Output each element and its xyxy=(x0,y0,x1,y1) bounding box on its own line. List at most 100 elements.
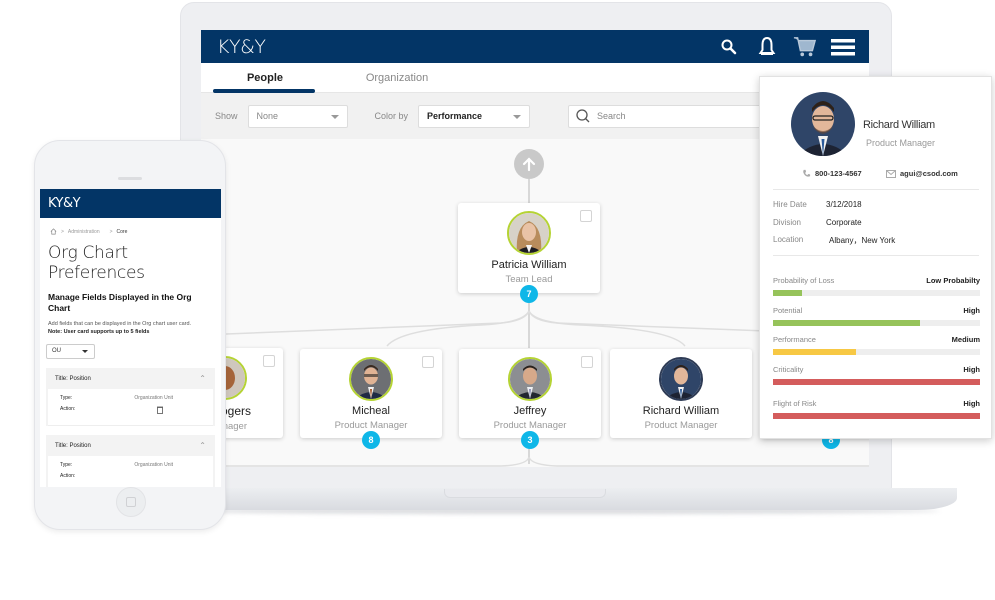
metric-header: Performance Medium xyxy=(773,335,980,344)
reports-count-badge[interactable]: 3 xyxy=(521,431,539,449)
metric-row: Potential High xyxy=(773,306,980,326)
detail-row-location: Location Albany，New York xyxy=(773,235,895,246)
field-title-value: Position xyxy=(69,375,91,382)
field-select[interactable]: OU xyxy=(46,344,95,359)
phone-icon xyxy=(803,169,811,177)
org-node-child[interactable]: Jeffrey Product Manager 3 xyxy=(459,349,601,449)
action-label: Action: xyxy=(60,406,76,412)
active-tab-indicator xyxy=(213,89,315,93)
detail-value: 3/12/2018 xyxy=(826,200,862,209)
action-label: Action: xyxy=(60,473,76,479)
phone-number: 800-123-4567 xyxy=(815,169,862,178)
profile-card: Richard William Product Manager 800-123-… xyxy=(759,76,992,439)
menu-icon[interactable] xyxy=(831,35,855,59)
metric-value: High xyxy=(963,306,980,315)
section-title: Manage Fields Displayed in the Org Chart xyxy=(48,292,192,313)
search-icon[interactable] xyxy=(717,35,741,59)
metric-bar-fill xyxy=(773,413,980,419)
brand-logo: KY&Y xyxy=(217,35,266,58)
app-header: KY&Y xyxy=(201,30,869,63)
org-node-root[interactable]: Patricia William Team Lead 7 xyxy=(458,203,600,303)
home-icon[interactable] xyxy=(50,228,57,235)
profile-avatar xyxy=(791,92,855,156)
detail-value: Albany，New York xyxy=(829,236,896,245)
profile-role: Product Manager xyxy=(866,138,936,148)
org-node-child[interactable]: Richard William Product Manager xyxy=(610,349,752,438)
node-role: Product Manager xyxy=(644,420,718,431)
avatar xyxy=(507,211,551,255)
node-name: Jeffrey xyxy=(513,405,547,417)
node-role: Product Manager xyxy=(334,420,408,431)
metric-value: Medium xyxy=(951,335,980,344)
mobile-header: KY&Y xyxy=(40,189,221,218)
profile-phone[interactable]: 800-123-4567 xyxy=(802,169,862,178)
metric-label: Criticality xyxy=(773,365,804,374)
color-by-select[interactable]: Performance xyxy=(418,104,531,128)
tab-organization[interactable]: Organization xyxy=(336,63,458,92)
divider xyxy=(773,255,979,256)
detail-row-hire-date: Hire Date 3/12/2018 xyxy=(773,200,862,209)
metric-bar-track xyxy=(773,349,980,355)
field-card-header[interactable]: Title: Position ⌃ xyxy=(46,368,215,389)
reports-count-badge[interactable]: 8 xyxy=(362,431,380,449)
caret-down-icon xyxy=(330,114,339,119)
detail-label: Location xyxy=(773,235,804,244)
home-button[interactable] xyxy=(116,487,146,517)
avatar xyxy=(508,357,552,401)
section-description: Add fields that can be displayed in the … xyxy=(48,320,221,336)
metric-bar-track xyxy=(773,413,980,419)
chevron-right-icon: > xyxy=(109,228,113,235)
field-select-value: OU xyxy=(52,348,61,354)
tab-people[interactable]: People xyxy=(206,63,324,92)
metric-row: Criticality High xyxy=(773,365,980,385)
profile-email[interactable]: agui@csod.com xyxy=(886,169,958,178)
profile-name: Richard William xyxy=(863,119,935,131)
caret-down-icon xyxy=(513,114,522,119)
arrow-up-icon xyxy=(522,157,536,172)
search-placeholder: Search xyxy=(597,111,626,121)
metric-label: Performance xyxy=(773,335,816,344)
description-text: Add fields that can be displayed in the … xyxy=(48,321,192,327)
metric-bar-fill xyxy=(773,290,802,296)
select-checkbox[interactable] xyxy=(263,355,275,367)
node-role: Product Manager xyxy=(493,420,567,431)
select-checkbox[interactable] xyxy=(422,356,434,368)
chevron-up-icon[interactable]: ⌃ xyxy=(199,441,206,450)
metric-bar-fill xyxy=(773,379,980,385)
phone-speaker xyxy=(118,177,142,180)
metric-value: Low Probabilty xyxy=(926,276,980,285)
type-label: Type: xyxy=(60,395,73,401)
detail-row-division: Division Corporate xyxy=(773,218,862,227)
select-checkbox[interactable] xyxy=(580,210,592,222)
navigate-up-button[interactable] xyxy=(514,149,544,179)
reports-count-badge[interactable]: 7 xyxy=(520,285,538,303)
search-input[interactable]: Search xyxy=(568,104,769,128)
breadcrumb-item[interactable]: Administration xyxy=(68,229,100,235)
field-card: Title: Position ⌃ Type: Organization Unit… xyxy=(46,368,215,426)
metric-header: Probability of Loss Low Probabilty xyxy=(773,276,980,285)
chevron-up-icon[interactable]: ⌃ xyxy=(199,374,206,383)
divider xyxy=(773,189,979,190)
page-title: Org Chart Preferences xyxy=(48,243,145,283)
org-node-child[interactable]: Micheal Product Manager 8 xyxy=(300,349,442,449)
cart-icon[interactable] xyxy=(793,35,817,59)
field-card-header[interactable]: Title: Position ⌃ xyxy=(46,435,215,456)
field-card-body: Type: Organization Unit Action: xyxy=(48,456,213,487)
trash-icon[interactable] xyxy=(157,406,163,414)
show-select[interactable]: None xyxy=(247,104,348,128)
breadcrumb: > Administration > Core xyxy=(50,228,221,235)
metric-label: Flight of Risk xyxy=(773,399,817,408)
metric-header: Criticality High xyxy=(773,365,980,374)
detail-label: Hire Date xyxy=(773,200,807,209)
metric-row: Probability of Loss Low Probabilty xyxy=(773,276,980,296)
node-name: Micheal xyxy=(352,405,390,417)
bell-icon[interactable] xyxy=(755,35,779,59)
phone-frame: KY&Y > Administration > Core Org Chart P… xyxy=(34,140,226,530)
metric-bar-track xyxy=(773,379,980,385)
metric-header: Potential High xyxy=(773,306,980,315)
field-card: Title: Position ⌃ Type: Organization Unit… xyxy=(46,435,215,487)
field-title-label: Title: xyxy=(55,442,68,449)
color-by-label: Color by xyxy=(374,111,409,121)
detail-label: Division xyxy=(773,218,802,227)
select-checkbox[interactable] xyxy=(581,356,593,368)
